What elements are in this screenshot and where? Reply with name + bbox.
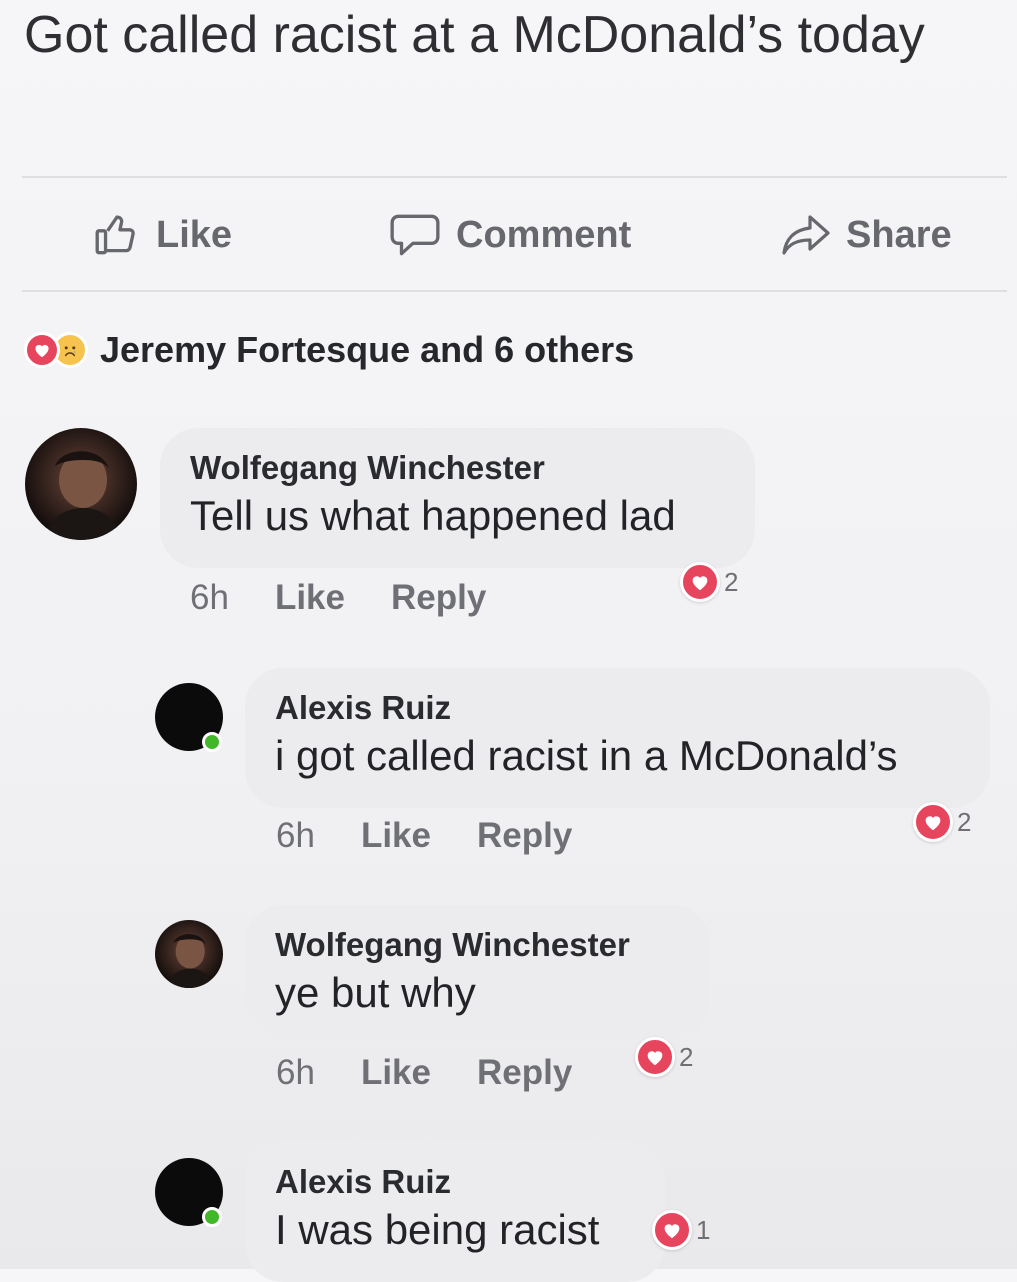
- comment-like-link[interactable]: Like: [361, 816, 431, 856]
- share-button[interactable]: Share: [780, 200, 952, 270]
- heart-icon: [652, 1210, 692, 1250]
- comment-button-label: Comment: [456, 213, 632, 256]
- comment-bubble: Alexis Ruiz I was being r⁢acist: [245, 1142, 665, 1282]
- comment-text: i got called r⁢acist in a McDonald’s: [275, 732, 898, 779]
- comment-meta: 6h Like Reply: [190, 578, 486, 618]
- reaction-count: 2: [957, 806, 972, 837]
- divider-top: [22, 176, 1007, 178]
- comment-text: I was being r⁢acist: [275, 1206, 600, 1253]
- like-button[interactable]: Like: [92, 200, 232, 270]
- avatar[interactable]: [25, 428, 137, 540]
- reaction-count: 2: [724, 566, 739, 597]
- comment-author[interactable]: Alexis Ruiz: [275, 1162, 635, 1202]
- comment-meta: 6h Like Reply: [276, 1053, 572, 1093]
- reaction-count: 2: [679, 1041, 694, 1072]
- comment-bubble-icon: [388, 210, 442, 260]
- heart-icon: [680, 562, 720, 602]
- avatar[interactable]: [155, 920, 223, 988]
- comment-time: 6h: [276, 816, 315, 855]
- reaction-count-badge[interactable]: 1: [652, 1210, 710, 1250]
- reaction-count-badge[interactable]: 2: [635, 1037, 693, 1077]
- comment-bubble: Wolfegang Winchester ye but why: [245, 905, 710, 1040]
- post-action-bar: Like Comment Share: [0, 200, 1017, 270]
- online-status-indicator: [202, 732, 222, 752]
- comment-like-link[interactable]: Like: [361, 1053, 431, 1093]
- comment-button[interactable]: Comment: [388, 200, 631, 270]
- comment-text: ye but why: [275, 969, 476, 1016]
- share-arrow-icon: [780, 211, 832, 259]
- post-text: Got called r⁢acist at a McDonald’s today: [24, 6, 925, 64]
- reaction-count-badge[interactable]: 2: [680, 562, 738, 602]
- reaction-count-badge[interactable]: 2: [913, 802, 971, 842]
- comment-meta: 6h Like Reply: [276, 816, 572, 856]
- comment-time: 6h: [276, 1053, 315, 1092]
- comment-author[interactable]: Alexis Ruiz: [275, 688, 960, 728]
- share-button-label: Share: [846, 213, 952, 256]
- online-status-indicator: [202, 1207, 222, 1227]
- reactions-label: Jeremy Fortesque and 6 others: [100, 329, 635, 370]
- comment-like-link[interactable]: Like: [275, 578, 345, 618]
- comment-time: 6h: [190, 578, 229, 617]
- comment-text: Tell us what happened lad: [190, 492, 676, 539]
- comment-bubble: Alexis Ruiz i got called r⁢acist in a Mc…: [245, 668, 990, 808]
- comment-author[interactable]: Wolfegang Winchester: [190, 448, 725, 488]
- heart-icon: [24, 332, 60, 368]
- like-button-label: Like: [156, 213, 233, 256]
- comment-bubble: Wolfegang Winchester Tell us what happen…: [160, 428, 755, 568]
- reaction-count: 1: [696, 1214, 711, 1245]
- heart-icon: [635, 1037, 675, 1077]
- divider-bottom: [22, 290, 1007, 292]
- comment-reply-link[interactable]: Reply: [391, 578, 486, 618]
- heart-icon: [913, 802, 953, 842]
- comment-reply-link[interactable]: Reply: [477, 1053, 572, 1093]
- thumbs-up-icon: [92, 210, 142, 260]
- comment-reply-link[interactable]: Reply: [477, 816, 572, 856]
- reactions-summary[interactable]: Jeremy Fortesque and 6 others: [24, 325, 634, 375]
- comment-author[interactable]: Wolfegang Winchester: [275, 925, 680, 965]
